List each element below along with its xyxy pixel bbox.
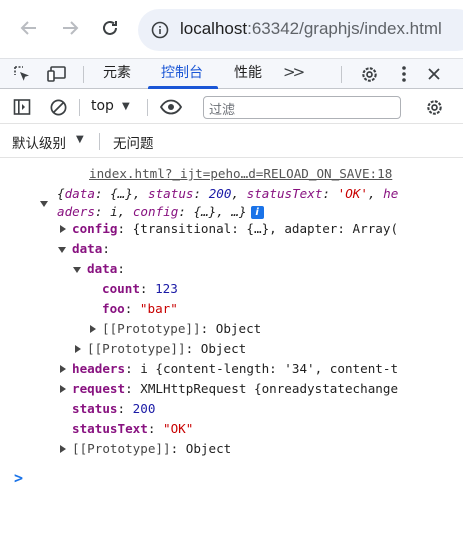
more-tabs-button[interactable]: >> [283,63,305,81]
expand-triangle-icon[interactable] [60,385,66,393]
device-toolbar-icon[interactable] [47,64,67,84]
issues-counter[interactable]: 无问题 [113,132,154,152]
tab-separator [83,66,84,83]
tab-separator [341,66,342,83]
console-settings-icon[interactable] [424,97,444,117]
expand-triangle-icon[interactable] [58,247,66,253]
expand-triangle-icon[interactable] [60,365,66,373]
settings-gear-icon[interactable] [359,64,379,84]
info-icon[interactable]: i [250,206,264,219]
url-text[interactable]: localhost:63342/graphjs/index.html [180,19,442,39]
tab-performance[interactable]: 性能 [234,59,262,89]
property-row[interactable]: foo: "bar" [102,299,178,319]
expand-triangle-icon[interactable] [75,345,81,353]
toolbar-separator [99,133,100,150]
back-button[interactable] [17,16,41,40]
property-row[interactable]: statusText: "OK" [72,419,193,439]
expand-triangle-icon[interactable] [40,201,48,207]
site-info-icon[interactable] [151,21,169,39]
inspect-element-icon[interactable] [12,64,32,84]
expand-triangle-icon[interactable] [60,445,66,453]
expand-triangle-icon[interactable] [73,267,81,273]
devtools-tabbar: 元素 控制台 性能 >> [0,58,463,89]
property-row[interactable]: request: XMLHttpRequest {onreadystatecha… [72,379,398,399]
property-row[interactable]: status: 200 [72,399,155,419]
context-select[interactable]: top [91,98,114,114]
console-output: index.html?_ijt=peho…d=RELOAD_ON_SAVE:18… [0,158,463,557]
object-summary-line[interactable]: {data: {…}, status: 200, statusText: 'OK… [57,184,398,204]
active-tab-indicator [148,86,218,89]
tab-console[interactable]: 控制台 [161,59,203,89]
dropdown-caret-icon: ▼ [122,101,130,112]
property-row[interactable]: [[Prototype]]: Object [72,439,231,459]
url-path: :63342/graphjs/index.html [247,19,442,38]
kebab-menu-icon[interactable] [394,64,414,84]
filter-placeholder: 过滤 [209,103,236,118]
property-row[interactable]: count: 123 [102,279,178,299]
arrow-right-icon [63,21,79,35]
source-link[interactable]: index.html?_ijt=peho…d=RELOAD_ON_SAVE:18 [89,166,392,181]
log-levels-dropdown[interactable]: 默认级别 [12,132,66,152]
property-row[interactable]: data: [72,239,110,259]
dropdown-caret-icon: ▼ [76,134,84,145]
forward-button[interactable] [58,16,82,40]
property-row[interactable]: config: {transitional: {…}, adapter: Arr… [72,219,398,239]
expand-triangle-icon[interactable] [90,325,96,333]
console-levels-bar: 默认级别 ▼ 无问题 [0,124,463,158]
expand-triangle-icon[interactable] [60,225,66,233]
clear-console-icon[interactable] [48,97,68,117]
arrow-left-icon [20,21,36,35]
eye-icon[interactable] [159,97,183,117]
console-toolbar: top ▼ 过滤 [0,90,463,124]
close-icon[interactable] [424,64,444,84]
property-row[interactable]: data: [87,259,125,279]
tab-elements[interactable]: 元素 [103,59,131,89]
browser-toolbar: localhost:63342/graphjs/index.html [0,0,463,58]
reload-icon [103,20,117,35]
url-host: localhost [180,19,248,38]
property-row[interactable]: [[Prototype]]: Object [102,319,261,339]
filter-input[interactable]: 过滤 [203,96,401,119]
property-row[interactable]: [[Prototype]]: Object [87,339,246,359]
toolbar-separator [79,99,80,116]
reload-button[interactable] [98,16,122,40]
address-bar[interactable]: localhost:63342/graphjs/index.html [138,9,463,51]
console-prompt[interactable]: > [14,469,23,487]
toolbar-separator [147,99,148,116]
property-row[interactable]: headers: i {content-length: '34', conten… [72,359,398,379]
sidebar-toggle-icon[interactable] [12,97,32,117]
